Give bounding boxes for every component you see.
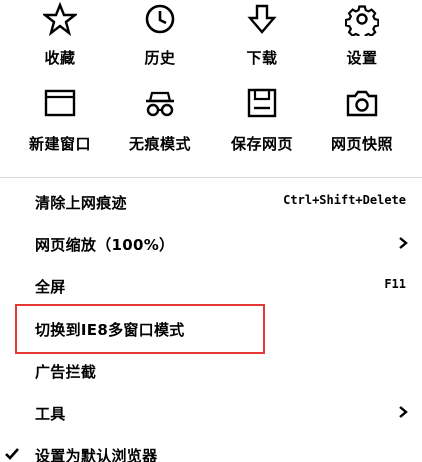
downloads-label: 下载 xyxy=(246,49,278,67)
zoom-label: 网页缩放（100%） xyxy=(35,236,175,254)
menu-item-fullscreen[interactable]: 全屏 F11 xyxy=(0,267,422,305)
menu-item-zoom[interactable]: 网页缩放（100%） xyxy=(0,225,422,263)
clock-icon xyxy=(145,4,175,34)
incognito-label: 无痕模式 xyxy=(128,135,191,153)
fullscreen-shortcut: F11 xyxy=(384,277,406,291)
clear-history-label: 清除上网痕迹 xyxy=(35,194,127,212)
gear-icon xyxy=(345,5,379,36)
chevron-right-icon xyxy=(399,406,408,418)
menu-item-clear-history[interactable]: 清除上网痕迹 Ctrl+Shift+Delete xyxy=(0,183,422,221)
settings-label: 设置 xyxy=(346,49,378,67)
new-window-label: 新建窗口 xyxy=(28,135,91,153)
new-window-icon xyxy=(44,89,76,117)
menu-item-tools[interactable]: 工具 xyxy=(0,394,422,432)
incognito-icon xyxy=(146,91,174,117)
snapshot-label: 网页快照 xyxy=(330,135,393,153)
menu-item-adblock[interactable]: 广告拦截 xyxy=(0,352,422,390)
tools-label: 工具 xyxy=(35,405,66,423)
save-page-label: 保存网页 xyxy=(230,135,293,153)
adblock-label: 广告拦截 xyxy=(35,363,97,381)
clear-history-shortcut: Ctrl+Shift+Delete xyxy=(283,193,406,207)
download-icon xyxy=(247,4,277,34)
history-label: 历史 xyxy=(144,49,176,67)
fullscreen-label: 全屏 xyxy=(35,278,66,296)
chevron-right-icon xyxy=(399,237,408,249)
section-divider xyxy=(0,177,422,178)
favorites-label: 收藏 xyxy=(44,49,76,67)
checkmark-icon xyxy=(5,448,19,460)
star-icon xyxy=(43,2,77,36)
highlight-box xyxy=(15,304,265,354)
menu-item-default-browser[interactable]: 设置为默认浏览器 xyxy=(0,436,422,462)
save-icon xyxy=(247,88,277,118)
default-browser-label: 设置为默认浏览器 xyxy=(35,447,158,462)
camera-icon xyxy=(346,90,378,117)
